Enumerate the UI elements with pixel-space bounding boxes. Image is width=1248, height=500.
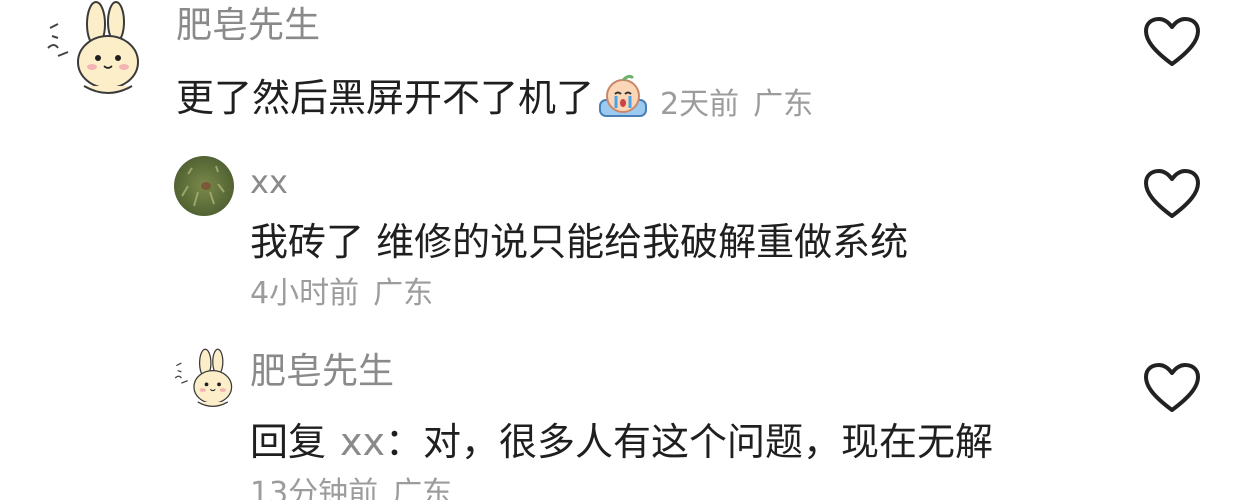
comment-username[interactable]: 肥皂先生 (250, 350, 394, 394)
reply-prefix: 回复 (250, 420, 327, 464)
bunny-drawing (174, 348, 233, 407)
comment-reply-item: 肥皂先生 回复 xx：对，很多人有这个问题，现在无解 13分钟前 广东 (0, 0, 1248, 500)
reply-mention-link[interactable]: xx (340, 420, 385, 464)
comment-thread: 肥皂先生 更了然后黑屏开不了机了 2天前 广东 xx 我砖了 维修的说只能给我破… (0, 0, 1248, 500)
bunny-avatar[interactable] (172, 348, 236, 412)
comment-time: 13分钟前 (250, 476, 379, 500)
comment-meta: 13分钟前 广东 (250, 474, 452, 500)
comment-text: 回复 xx：对，很多人有这个问题，现在无解 (250, 418, 993, 466)
like-button[interactable] (1143, 362, 1201, 414)
comment-location: 广东 (392, 476, 453, 500)
heart-outline-icon (1144, 363, 1200, 412)
comment-body: ：对，很多人有这个问题，现在无解 (385, 420, 994, 464)
